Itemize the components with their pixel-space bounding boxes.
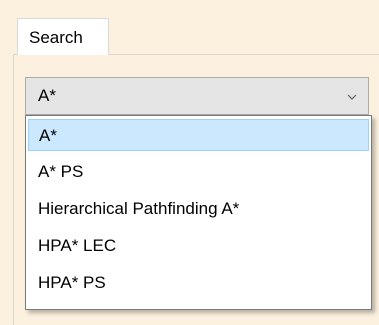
tab-search-label: Search xyxy=(29,28,83,47)
dropdown-option-label: A* PS xyxy=(38,162,84,181)
dropdown-option-a-star-ps[interactable]: A* PS xyxy=(28,156,369,188)
tab-control: Search A* A* A* PS Hierarchical Pathfind… xyxy=(0,0,379,325)
dropdown-option-label: HPA* LEC xyxy=(38,236,117,255)
tab-search[interactable]: Search xyxy=(17,18,109,55)
dropdown-option-a-star[interactable]: A* xyxy=(28,119,369,151)
algorithm-combobox-value: A* xyxy=(38,86,56,105)
dropdown-option-hierarchical-pathfinding-a-star[interactable]: Hierarchical Pathfinding A* xyxy=(28,193,369,225)
algorithm-combobox[interactable]: A* xyxy=(25,77,369,115)
dropdown-option-label: Hierarchical Pathfinding A* xyxy=(38,199,240,218)
dropdown-option-hpa-star-ps[interactable]: HPA* PS xyxy=(28,267,369,299)
chevron-down-icon[interactable] xyxy=(346,90,358,102)
algorithm-dropdown-list: A* A* PS Hierarchical Pathfinding A* HPA… xyxy=(25,115,372,310)
dropdown-option-label: A* xyxy=(39,126,57,145)
dropdown-option-label: HPA* PS xyxy=(38,273,106,292)
dropdown-option-hpa-star-lec[interactable]: HPA* LEC xyxy=(28,230,369,262)
